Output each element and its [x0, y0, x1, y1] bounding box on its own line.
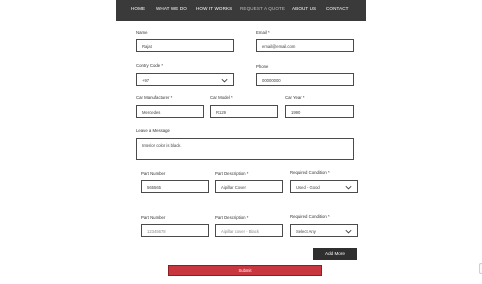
car-manufacturer-value: Mercedes — [142, 109, 161, 115]
part-number-value: 12345678 — [147, 228, 166, 234]
car-manufacturer-input[interactable]: Mercedes — [136, 105, 204, 118]
email-label: Email * — [256, 30, 270, 35]
name-input[interactable]: Rajat — [136, 39, 234, 52]
chevron-down-icon — [345, 229, 352, 234]
car-year-label: Car Year * — [285, 95, 305, 100]
part-number-input[interactable]: 12345678 — [141, 224, 209, 237]
message-label: Leave a Message — [136, 128, 170, 133]
part-description-value: Aipillar Cover — [221, 184, 246, 190]
condition-select[interactable]: Used - Good — [290, 180, 358, 193]
phone-value: 00000000 — [262, 77, 281, 83]
part-description-input[interactable]: Aipillar cover - Black — [215, 224, 283, 237]
nav-about-us[interactable]: ABOUT US — [292, 6, 316, 11]
car-year-value: 1990 — [291, 109, 301, 115]
phone-input[interactable]: 00000000 — [256, 73, 354, 86]
nav-request-a-quote[interactable]: REQUEST A QUOTE — [240, 6, 285, 11]
condition-label: Required Condition * — [290, 214, 330, 219]
chevron-down-icon — [345, 185, 352, 190]
message-value: Interior color is black. — [142, 143, 182, 148]
car-model-label: Car Model * — [210, 95, 233, 100]
top-nav-bar: HOME WHAT WE DO HOW IT WORKS REQUEST A Q… — [116, 0, 366, 21]
country-code-select[interactable]: +97 — [136, 73, 234, 86]
phone-label: Phone — [256, 64, 269, 69]
name-value: Rajat — [142, 43, 152, 49]
condition-value: Used - Good — [296, 184, 320, 190]
add-more-button[interactable]: Add More — [313, 248, 357, 260]
car-manufacturer-label: Car Manufacturer * — [136, 95, 173, 100]
message-textarea[interactable]: Interior color is black. — [136, 138, 354, 160]
part-description-value: Aipillar cover - Black — [221, 228, 259, 234]
car-year-input[interactable]: 1990 — [285, 105, 354, 118]
part-number-label: Part Number — [141, 215, 166, 220]
country-code-value: +97 — [142, 77, 150, 83]
part-description-input[interactable]: Aipillar Cover — [215, 180, 283, 193]
nav-how-it-works[interactable]: HOW IT WORKS — [196, 6, 232, 11]
car-model-value: R129 — [216, 109, 227, 115]
email-value: email@email.com — [262, 43, 296, 49]
part-description-label: Part Description * — [215, 171, 249, 176]
country-code-label: Contry Code * — [136, 63, 163, 68]
chevron-down-icon — [221, 78, 228, 83]
part-number-label: Part Number — [141, 171, 166, 176]
condition-label: Required Condition * — [290, 170, 330, 175]
part-description-label: Part Description * — [215, 215, 249, 220]
nav-home[interactable]: HOME — [131, 6, 145, 11]
condition-value: Select Any — [296, 228, 316, 234]
nav-contact[interactable]: CONTACT — [326, 6, 349, 11]
email-input[interactable]: email@email.com — [256, 39, 354, 52]
car-model-input[interactable]: R129 — [210, 105, 278, 118]
name-label: Name — [136, 30, 148, 35]
part-number-value: 565565 — [147, 184, 161, 190]
condition-select[interactable]: Select Any — [290, 224, 358, 237]
part-number-input[interactable]: 565565 — [141, 180, 209, 193]
nav-what-we-do[interactable]: WHAT WE DO — [156, 6, 187, 11]
submit-button[interactable]: Submit — [168, 265, 322, 276]
